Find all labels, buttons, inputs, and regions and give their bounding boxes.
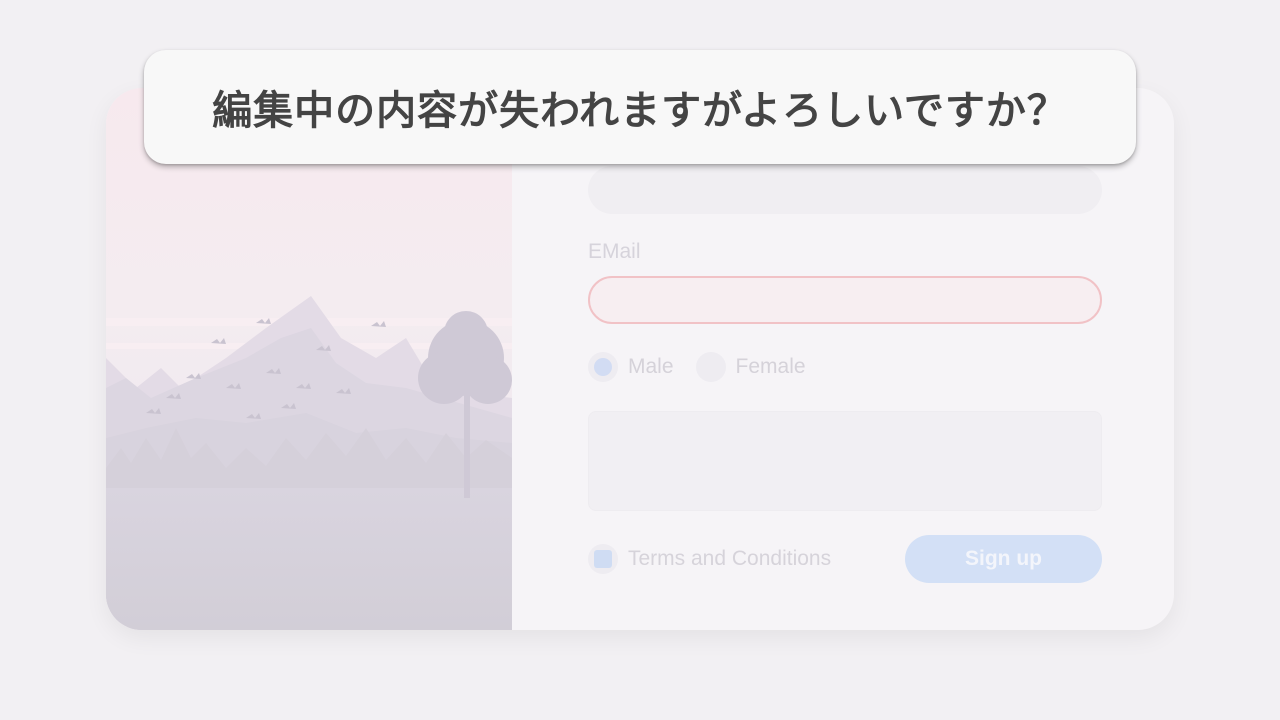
radio-female-label[interactable]: Female xyxy=(736,355,806,379)
checkbox-checked-mark xyxy=(594,550,612,568)
signup-button[interactable]: Sign up xyxy=(905,535,1102,583)
email-field[interactable] xyxy=(588,276,1102,324)
radio-female[interactable] xyxy=(695,352,726,382)
radio-male[interactable] xyxy=(588,352,618,382)
mountain-landscape-image xyxy=(106,88,512,630)
radio-selected-dot xyxy=(594,358,612,376)
terms-checkbox[interactable] xyxy=(588,544,618,574)
toast-message: 編集中の内容が失われますがよろしいですか？ xyxy=(212,88,1068,134)
email-label: EMail xyxy=(588,240,641,263)
message-textarea[interactable] xyxy=(588,411,1102,511)
terms-label[interactable]: Terms and Conditions xyxy=(628,547,831,571)
name-field[interactable] xyxy=(588,166,1102,214)
gender-radio-group: Male Female xyxy=(588,352,828,382)
confirm-discard-toast: 編集中の内容が失われますがよろしいですか？ xyxy=(144,50,1136,164)
radio-male-label[interactable]: Male xyxy=(628,355,674,379)
signup-form: EMail Male Female Terms and Conditions S… xyxy=(588,88,1102,630)
signup-card: EMail Male Female Terms and Conditions S… xyxy=(106,88,1174,630)
terms-row: Terms and Conditions xyxy=(588,544,831,574)
page: EMail Male Female Terms and Conditions S… xyxy=(0,0,1280,720)
